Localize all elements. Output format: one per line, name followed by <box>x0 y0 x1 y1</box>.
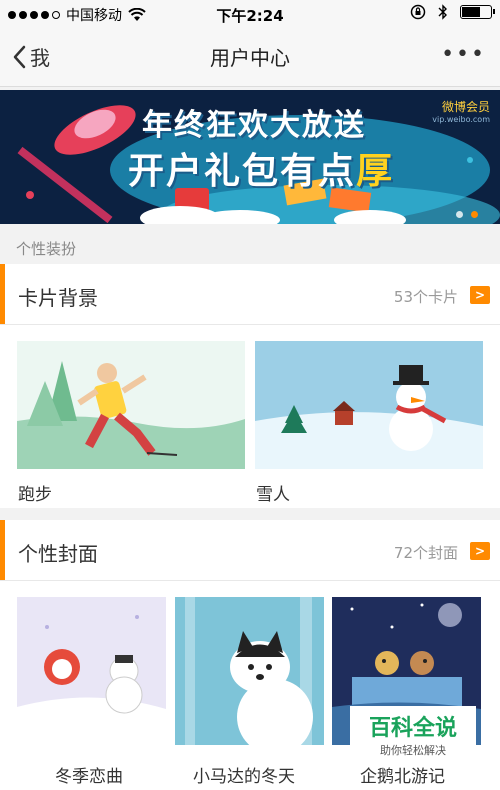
status-bar: 中国移动 下午2:24 <box>0 0 500 28</box>
cover-thumbnail-little-dog[interactable] <box>175 597 324 745</box>
section-title: 卡片背景 <box>18 286 98 310</box>
banner-page-indicator <box>456 211 478 218</box>
cover-header[interactable]: 个性封面 72个封面 > <box>0 520 500 581</box>
card-label: 雪人 <box>256 485 290 505</box>
cover-thumbnail-winter-love[interactable] <box>17 597 166 745</box>
banner-subheadline: 开户礼包有点厚 <box>128 151 395 192</box>
banner-highlight: 厚 <box>356 151 395 192</box>
cover-label: 小马达的冬天 <box>193 767 295 787</box>
section-accent-bar <box>0 264 5 324</box>
watermark-subtitle: 助你轻松解决 <box>380 744 446 757</box>
chevron-right-icon[interactable]: > <box>470 542 490 560</box>
promo-banner[interactable]: 年终狂欢大放送 开户礼包有点厚 微博会员 vip.weibo.com <box>0 90 500 224</box>
more-options-button[interactable]: ••• <box>441 42 486 67</box>
bluetooth-icon <box>438 4 447 20</box>
card-thumbnail-snowman[interactable] <box>255 341 483 469</box>
chevron-right-icon[interactable]: > <box>470 286 490 304</box>
section-count: 53个卡片 <box>393 288 458 306</box>
page-dot-active <box>471 211 478 218</box>
orientation-lock-icon <box>410 4 426 20</box>
watermark-badge: 百科全说 助你轻松解决 <box>350 706 476 764</box>
vip-brand-name: 微博会员 <box>441 100 490 114</box>
section-label: 个性装扮 <box>16 240 77 258</box>
card-thumbnail-running[interactable] <box>17 341 245 469</box>
card-background-section: 卡片背景 53个卡片 > 跑步 雪人 <box>0 264 500 508</box>
vip-brand-url: vip.weibo.com <box>432 115 490 124</box>
watermark-title: 百科全说 <box>368 716 457 741</box>
card-background-header[interactable]: 卡片背景 53个卡片 > <box>0 264 500 325</box>
cover-label: 冬季恋曲 <box>55 767 123 787</box>
section-title: 个性封面 <box>18 542 98 566</box>
section-accent-bar <box>0 520 5 580</box>
section-count: 72个封面 <box>393 544 458 562</box>
vip-logo: 微博会员 vip.weibo.com <box>432 98 490 124</box>
page-dot <box>456 211 463 218</box>
navigation-bar: 我 用户中心 ••• <box>0 28 500 87</box>
card-label: 跑步 <box>18 485 52 505</box>
page-title: 用户中心 <box>210 46 290 70</box>
cover-label: 企鹅北游记 <box>360 767 445 787</box>
battery-icon <box>460 5 495 19</box>
banner-headline: 年终狂欢大放送 <box>142 108 366 143</box>
